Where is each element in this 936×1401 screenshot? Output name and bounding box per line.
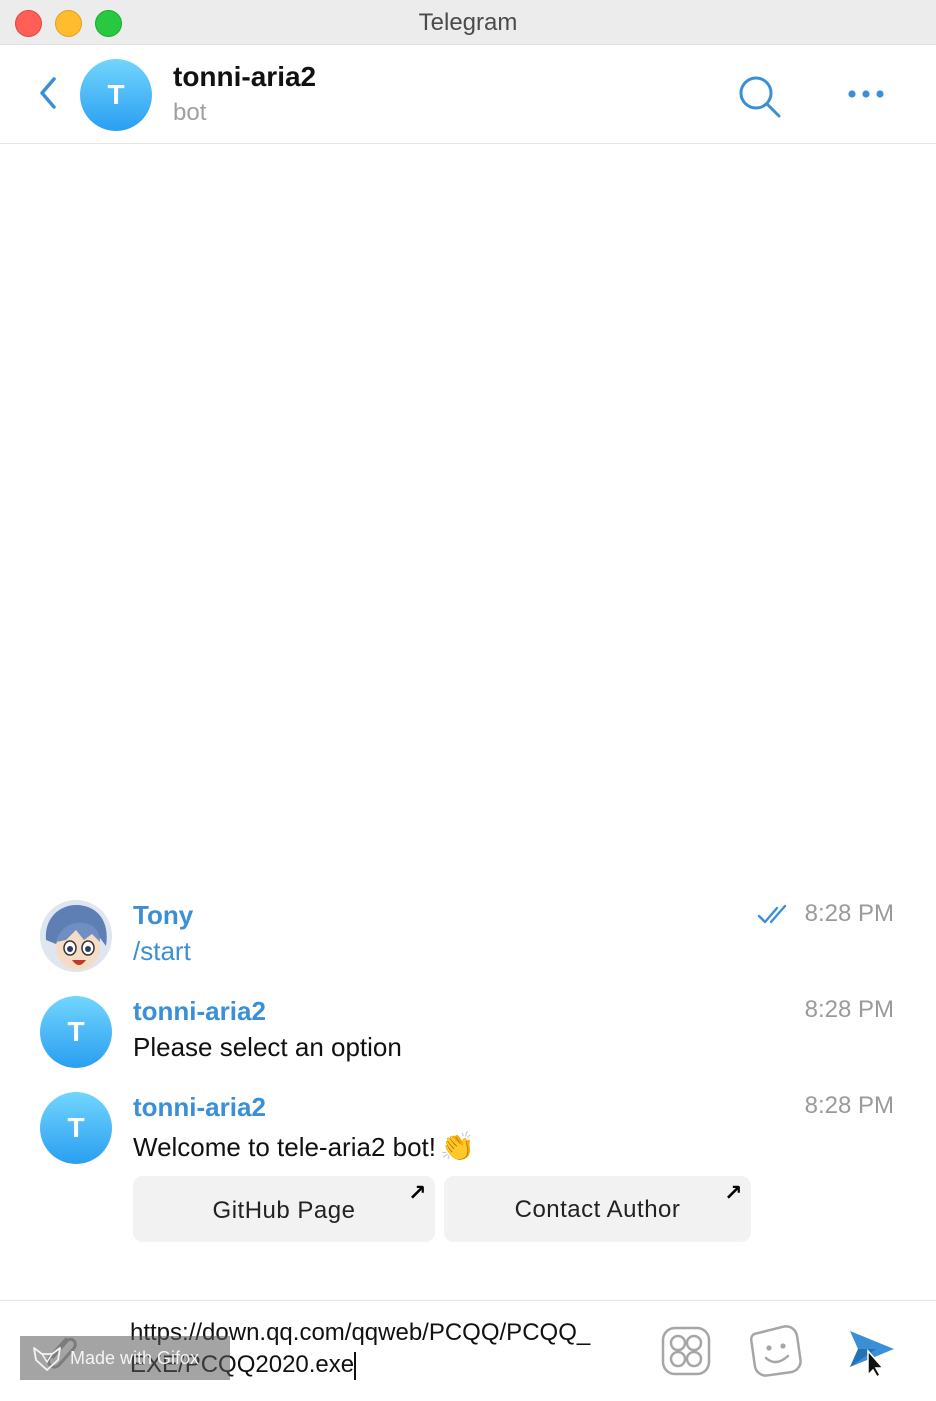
inline-button-github[interactable]: GitHub Page ↗ bbox=[133, 1176, 435, 1242]
fox-logo-icon bbox=[33, 1347, 61, 1371]
back-button[interactable] bbox=[34, 73, 64, 113]
chat-title[interactable]: tonni-aria2 bbox=[173, 61, 316, 93]
sticker-button[interactable] bbox=[748, 1323, 804, 1379]
message-sender[interactable]: tonni-aria2 bbox=[133, 996, 266, 1027]
gifox-watermark: Made with Gifox bbox=[20, 1336, 230, 1380]
message-sender[interactable]: tonni-aria2 bbox=[133, 1092, 266, 1123]
double-check-icon bbox=[757, 904, 787, 924]
send-icon bbox=[850, 1331, 894, 1379]
more-icon bbox=[848, 90, 884, 98]
message-text[interactable]: /start bbox=[133, 936, 191, 967]
chat-avatar[interactable]: T bbox=[80, 59, 152, 131]
bot-commands-icon bbox=[661, 1326, 711, 1376]
search-button[interactable] bbox=[736, 73, 784, 121]
anime-avatar-icon bbox=[40, 900, 112, 972]
more-button[interactable] bbox=[842, 85, 890, 105]
message-text: Please select an option bbox=[133, 1032, 402, 1062]
external-link-icon: ↗ bbox=[408, 1180, 427, 1205]
external-link-icon: ↗ bbox=[724, 1180, 743, 1205]
message-text-body: Welcome to tele-aria2 bot! bbox=[133, 1132, 436, 1162]
inline-button-label: Contact Author bbox=[514, 1196, 681, 1223]
message-item: Tony /start 8:28 PM bbox=[0, 900, 936, 972]
message-time: 8:28 PM bbox=[804, 1092, 894, 1119]
inline-button-contact[interactable]: Contact Author ↗ bbox=[444, 1176, 751, 1242]
send-button[interactable] bbox=[846, 1325, 898, 1379]
window-titlebar: Telegram bbox=[0, 0, 936, 45]
message-time: 8:28 PM bbox=[804, 900, 894, 927]
message-text: Welcome to tele-aria2 bot! 👏 bbox=[133, 1130, 475, 1163]
bot-commands-button[interactable] bbox=[660, 1325, 712, 1377]
inline-button-label: GitHub Page bbox=[212, 1197, 356, 1224]
message-item: T tonni-aria2 Welcome to tele-aria2 bot!… bbox=[0, 1092, 936, 1252]
watermark-text: Made with Gifox bbox=[70, 1348, 200, 1368]
bot-avatar[interactable]: T bbox=[40, 996, 112, 1068]
message-sender[interactable]: Tony bbox=[133, 900, 193, 931]
message-time: 8:28 PM bbox=[804, 996, 894, 1023]
back-icon bbox=[40, 77, 56, 109]
message-item: T tonni-aria2 Please select an option 8:… bbox=[0, 996, 936, 1068]
clapping-hands-emoji: 👏 bbox=[440, 1131, 475, 1162]
chat-header: T tonni-aria2 bot bbox=[0, 45, 936, 144]
chat-subtitle: bot bbox=[173, 99, 207, 126]
search-icon bbox=[739, 76, 781, 118]
sticker-icon bbox=[749, 1325, 802, 1377]
text-caret bbox=[354, 1351, 357, 1380]
user-avatar[interactable] bbox=[40, 900, 112, 972]
bot-avatar[interactable]: T bbox=[40, 1092, 112, 1164]
window-title: Telegram bbox=[418, 9, 518, 36]
read-status bbox=[757, 904, 791, 926]
